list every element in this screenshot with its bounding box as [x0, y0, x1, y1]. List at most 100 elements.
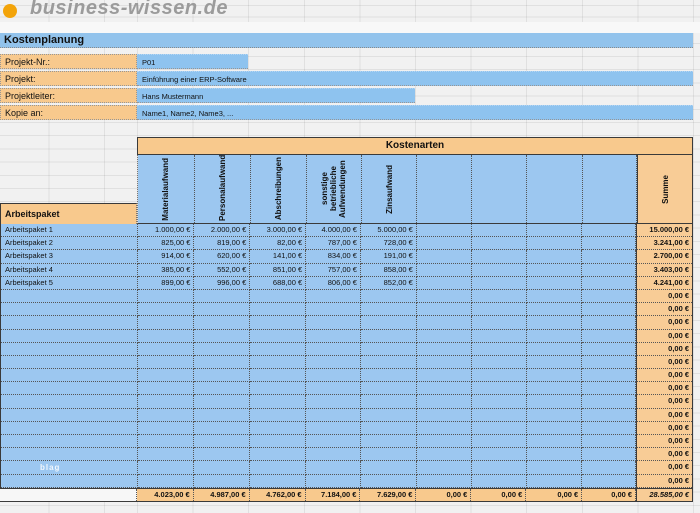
cell-value[interactable] — [416, 263, 472, 277]
cell-value[interactable] — [416, 303, 472, 317]
cell-arbeitspaket[interactable]: Arbeitspaket 5 — [1, 276, 138, 290]
cell-value[interactable] — [137, 369, 195, 383]
cell-value[interactable]: 552,00 € — [194, 263, 251, 277]
cell-summe[interactable]: 0,00 € — [636, 448, 693, 462]
cell-value[interactable] — [137, 289, 195, 304]
totals-cell[interactable]: 4.987,00 € — [193, 489, 250, 501]
cell-value[interactable] — [526, 316, 583, 330]
cell-value[interactable] — [582, 474, 637, 488]
cell-value[interactable] — [416, 224, 472, 238]
cell-value[interactable] — [416, 421, 472, 435]
cell-value[interactable] — [416, 382, 472, 396]
cell-value[interactable] — [471, 355, 527, 370]
cell-value[interactable] — [306, 316, 361, 330]
cell-value[interactable] — [582, 316, 637, 330]
arbeitspaket-header[interactable]: Arbeitspaket — [0, 203, 137, 224]
cell-value[interactable]: 728,00 € — [360, 237, 417, 251]
cell-value[interactable] — [306, 421, 361, 435]
cell-value[interactable] — [194, 448, 251, 462]
cell-arbeitspaket[interactable] — [1, 289, 138, 304]
cell-value[interactable]: 4.000,00 € — [306, 224, 361, 238]
cell-arbeitspaket[interactable] — [1, 408, 138, 422]
cell-value[interactable] — [306, 461, 361, 475]
cell-value[interactable] — [194, 382, 251, 396]
cell-summe[interactable]: 0,00 € — [636, 474, 693, 488]
cell-value[interactable]: 834,00 € — [306, 250, 361, 264]
cell-summe[interactable]: 0,00 € — [636, 421, 693, 435]
cell-value[interactable] — [416, 408, 472, 422]
cell-value[interactable] — [582, 369, 637, 383]
cell-value[interactable]: 899,00 € — [137, 276, 195, 290]
column-header-summe[interactable]: Summe — [637, 155, 693, 224]
cell-value[interactable] — [250, 408, 307, 422]
column-header-8[interactable] — [527, 155, 584, 223]
cell-arbeitspaket[interactable]: Arbeitspaket 3 — [1, 250, 138, 264]
cell-value[interactable] — [194, 395, 251, 409]
column-header-4[interactable]: sonstige betriebliche Aufwendungen — [306, 155, 362, 223]
cell-arbeitspaket[interactable]: Arbeitspaket 2 — [1, 237, 138, 251]
cell-value[interactable] — [360, 461, 417, 475]
cell-value[interactable] — [137, 342, 195, 356]
cell-value[interactable] — [306, 448, 361, 462]
cell-value[interactable] — [471, 289, 527, 304]
cell-summe[interactable]: 3.241,00 € — [636, 237, 693, 251]
cell-summe[interactable]: 0,00 € — [636, 316, 693, 330]
cell-summe[interactable]: 0,00 € — [636, 408, 693, 422]
cell-value[interactable] — [306, 408, 361, 422]
cell-value[interactable] — [416, 237, 472, 251]
cell-value[interactable] — [194, 421, 251, 435]
cell-value[interactable] — [416, 289, 472, 304]
cell-value[interactable] — [360, 448, 417, 462]
cell-value[interactable] — [360, 342, 417, 356]
cell-value[interactable] — [360, 289, 417, 304]
cell-value[interactable] — [306, 435, 361, 449]
cell-value[interactable] — [137, 329, 195, 343]
cell-value[interactable] — [582, 224, 637, 238]
cell-value[interactable]: 5.000,00 € — [360, 224, 417, 238]
cell-value[interactable] — [526, 329, 583, 343]
cell-value[interactable] — [137, 355, 195, 370]
cell-value[interactable] — [582, 421, 637, 435]
column-header-7[interactable] — [472, 155, 528, 223]
cell-value[interactable] — [250, 461, 307, 475]
cell-value[interactable] — [194, 289, 251, 304]
cell-value[interactable] — [471, 263, 527, 277]
cell-arbeitspaket[interactable] — [1, 421, 138, 435]
cell-value[interactable] — [526, 263, 583, 277]
cell-value[interactable] — [471, 382, 527, 396]
cell-arbeitspaket[interactable] — [1, 329, 138, 343]
cell-value[interactable] — [416, 329, 472, 343]
cell-value[interactable] — [137, 421, 195, 435]
cell-value[interactable] — [471, 342, 527, 356]
cell-value[interactable] — [306, 303, 361, 317]
cell-value[interactable] — [360, 369, 417, 383]
cell-value[interactable] — [416, 342, 472, 356]
cell-value[interactable] — [137, 316, 195, 330]
cell-summe[interactable]: 0,00 € — [636, 369, 693, 383]
cell-value[interactable] — [526, 421, 583, 435]
cell-value[interactable] — [306, 342, 361, 356]
field-projekt-nr[interactable]: P01 — [137, 54, 248, 69]
cell-value[interactable] — [582, 355, 637, 370]
cell-value[interactable] — [582, 237, 637, 251]
cell-value[interactable]: 1.000,00 € — [137, 224, 195, 238]
cell-value[interactable] — [416, 448, 472, 462]
cell-value[interactable] — [582, 276, 637, 290]
cell-summe[interactable]: 2.700,00 € — [636, 250, 693, 264]
cell-value[interactable] — [471, 224, 527, 238]
cell-arbeitspaket[interactable] — [1, 342, 138, 356]
cell-value[interactable] — [194, 461, 251, 475]
cell-value[interactable] — [471, 369, 527, 383]
totals-blank-cell[interactable] — [0, 489, 137, 501]
cell-summe[interactable]: 0,00 € — [636, 395, 693, 409]
grand-total-cell[interactable]: 28.585,00 € — [636, 489, 693, 501]
cell-value[interactable] — [360, 395, 417, 409]
cell-value[interactable] — [306, 395, 361, 409]
cell-arbeitspaket[interactable] — [1, 435, 138, 449]
totals-cell[interactable]: 0,00 € — [526, 489, 583, 501]
cell-value[interactable]: 82,00 € — [250, 237, 307, 251]
cell-value[interactable] — [526, 289, 583, 304]
cell-value[interactable] — [526, 237, 583, 251]
cell-value[interactable] — [137, 303, 195, 317]
cell-value[interactable] — [526, 276, 583, 290]
